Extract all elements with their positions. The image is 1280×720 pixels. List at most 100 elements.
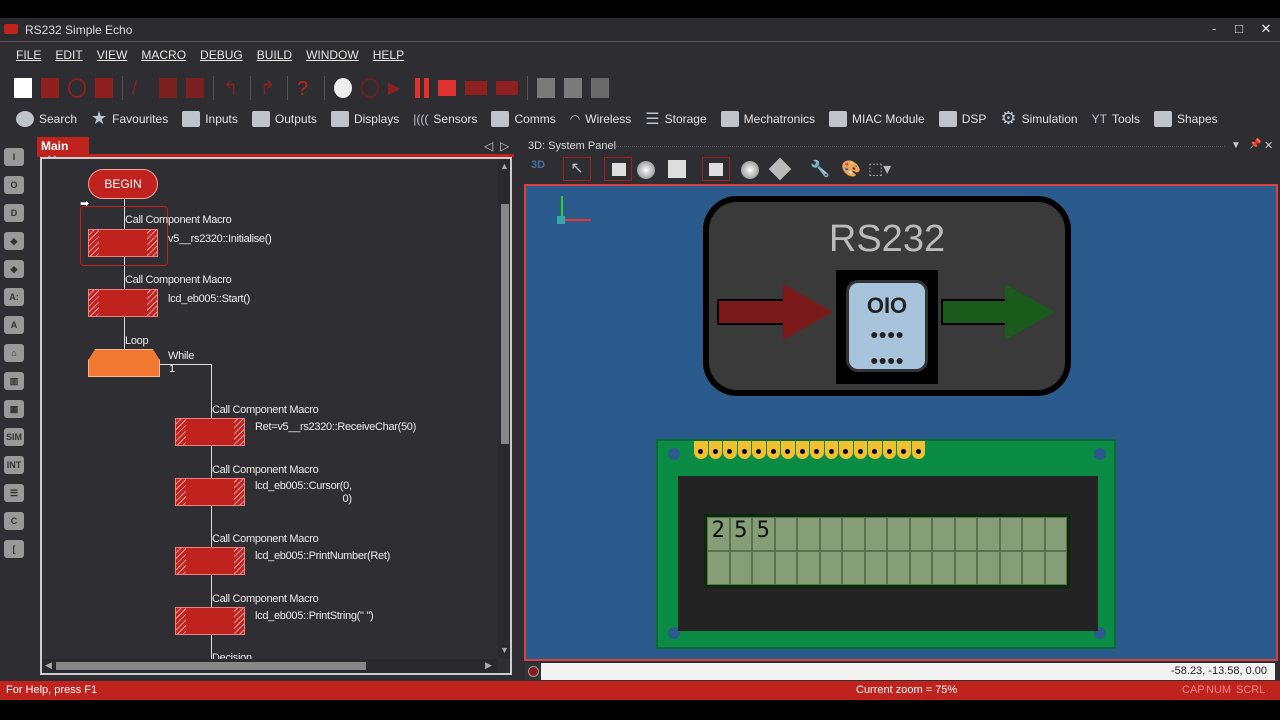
help-icon[interactable]: ? [297,78,315,100]
3d-canvas[interactable]: RS232 OIO ●●●● ●●●● 2 5 5 [524,184,1278,661]
lcd-pin [795,441,809,459]
menu-debug[interactable]: DEBUG [200,48,243,62]
ghost-icon[interactable] [361,78,379,98]
pan-icon[interactable] [604,157,632,181]
panel-menu-icon[interactable]: ▼ [1231,140,1241,151]
pause-icon[interactable] [415,78,429,98]
input-command-icon[interactable]: I [4,148,24,166]
component-comms[interactable]: Comms [491,110,556,127]
horizontal-scrollbar[interactable]: ◀ ▶ [42,659,498,673]
component-storage[interactable]: ☰ Storage [645,109,706,129]
tab-scroll-left-icon[interactable]: ◁ [484,139,493,153]
panel-close-icon[interactable]: ✕ [1264,139,1273,152]
component-shapes[interactable]: Shapes [1153,110,1218,127]
component-miac[interactable]: MIAC Module [829,110,925,127]
comment-command-icon[interactable]: [ [4,540,24,558]
paste-icon[interactable] [186,78,204,98]
call-macro-block[interactable] [175,478,245,506]
menu-help[interactable]: HELP [373,48,404,62]
undo-icon[interactable]: ↰ [223,78,241,98]
call-macro-block[interactable] [175,607,245,635]
loop-block[interactable] [88,349,160,377]
component-simulation[interactable]: ⚙ Simulation [1000,108,1077,129]
begin-terminator[interactable]: BEGIN [88,169,158,199]
tab-main[interactable]: Main ✕ [37,137,89,167]
select-pointer-icon[interactable]: ↖ [563,157,591,181]
menu-edit[interactable]: EDIT [55,48,82,62]
component-search[interactable]: Search [16,110,77,127]
simulation-macro-icon[interactable]: SIM [4,428,24,446]
connection-point-icon[interactable]: A: [4,288,24,306]
cube-icon[interactable] [768,157,792,181]
rs232-component[interactable]: RS232 OIO ●●●● ●●●● [703,196,1071,396]
macro-command-icon[interactable]: ▥ [4,372,24,390]
call-macro-block[interactable] [88,289,158,317]
stop-icon[interactable] [438,80,456,96]
record-icon[interactable] [528,666,539,677]
component-macro-icon[interactable]: ▦ [4,400,24,418]
goto-point-icon[interactable]: A [4,316,24,334]
call-label: Call Component Macro [212,533,319,545]
call-macro-block[interactable] [88,229,158,257]
call-macro-block[interactable] [175,547,245,575]
menu-build[interactable]: BUILD [257,48,292,62]
component-favourites[interactable]: ★ Favourites [91,108,168,129]
loop-command-icon[interactable]: ⌂ [4,344,24,362]
save-icon[interactable] [95,78,113,98]
flowchart-canvas[interactable]: BEGIN ➡ Call Component Macro v5__rs2320:… [40,157,512,675]
help-text: For Help, press F1 [6,684,98,696]
call-macro-block[interactable] [175,418,245,446]
lcd-pin [868,441,882,459]
axes-sphere-icon[interactable] [741,161,759,179]
step-into-icon[interactable] [465,81,487,95]
copy-icon[interactable] [159,78,177,98]
close-button[interactable]: ✕ [1256,21,1276,37]
component-sensors[interactable]: |(((Sensors [413,112,477,126]
component-inputs[interactable]: Inputs [182,110,238,127]
label: Favourites [112,111,169,126]
component-mechatronics[interactable]: Mechatronics [720,110,815,127]
paint-icon[interactable]: 🎨 [841,159,861,179]
view-cube-icon[interactable]: ⬚▾ [868,159,891,179]
compile-hex-icon[interactable] [564,78,582,98]
3d-mode-label[interactable]: 3D [531,159,545,171]
c-code-command-icon[interactable]: C [4,512,24,530]
fit-view-icon[interactable] [702,157,730,181]
calculation-command-icon[interactable]: ☰ [4,484,24,502]
component-displays[interactable]: Displays [330,110,399,127]
debug-bug-icon[interactable] [334,78,352,98]
step-over-icon[interactable] [496,81,518,95]
cut-icon[interactable]: / [132,78,150,98]
menu-file[interactable]: FILE [16,48,41,62]
delay-command-icon[interactable]: D [4,204,24,222]
component-tools[interactable]: YT Tools [1092,112,1140,126]
zoom-icon[interactable] [668,160,686,178]
compile-c-icon[interactable] [537,78,555,98]
menu-view[interactable]: VIEW [97,48,128,62]
decision-command-icon[interactable]: ◆ [4,232,24,250]
component-wireless[interactable]: ◠ Wireless [570,112,632,126]
open-file-icon[interactable] [41,78,59,98]
reload-icon[interactable] [68,78,86,98]
component-outputs[interactable]: Outputs [251,110,317,127]
menu-window[interactable]: WINDOW [306,48,359,62]
lcd-component[interactable]: 2 5 5 [656,439,1116,649]
pin-icon[interactable]: 📌 [1249,139,1261,150]
lcd-char: 2 [707,517,730,551]
interrupt-command-icon[interactable]: INT [4,456,24,474]
maximize-button[interactable]: □ [1229,21,1249,36]
component-dsp[interactable]: DSP [938,110,986,127]
vertical-scrollbar[interactable]: ▲ ▼ [498,159,510,659]
switch-command-icon[interactable]: ◆ [4,260,24,278]
minimize-button[interactable]: - [1204,21,1224,36]
wrench-icon[interactable]: 🔧 [810,159,830,179]
play-icon[interactable]: ▶ [388,78,406,98]
lcd-cell [729,551,752,585]
output-command-icon[interactable]: O [4,176,24,194]
new-file-icon[interactable] [14,78,32,98]
tab-scroll-right-icon[interactable]: ▷ [500,139,509,153]
menu-macro[interactable]: MACRO [141,48,186,62]
redo-icon[interactable]: ↱ [260,78,278,98]
rotate-sphere-icon[interactable] [637,161,655,179]
program-chip-icon[interactable] [591,78,609,98]
